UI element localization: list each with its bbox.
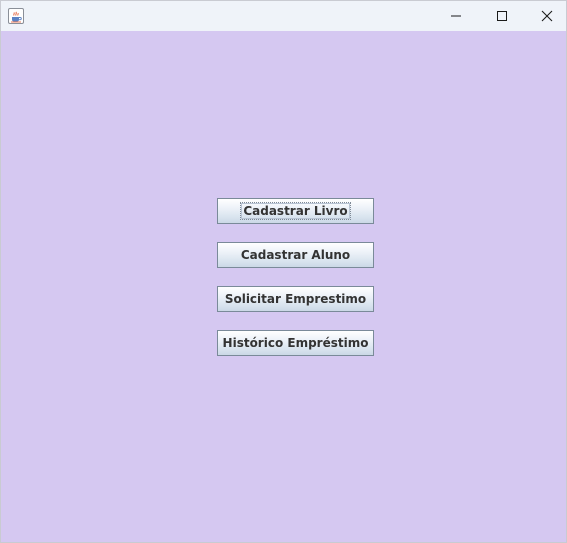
historico-emprestimo-button[interactable]: Histórico Empréstimo — [217, 330, 374, 356]
minimize-icon — [451, 15, 461, 17]
java-coffee-icon[interactable] — [8, 8, 24, 24]
title-bar[interactable] — [1, 1, 566, 31]
cadastrar-livro-label: Cadastrar Livro — [240, 202, 351, 220]
maximize-button[interactable] — [479, 1, 525, 31]
cadastrar-livro-button[interactable]: Cadastrar Livro — [217, 198, 374, 224]
app-window: Cadastrar Livro Cadastrar Aluno Solicita… — [0, 0, 567, 543]
maximize-icon — [497, 11, 507, 21]
cadastrar-aluno-button[interactable]: Cadastrar Aluno — [217, 242, 374, 268]
cadastrar-aluno-label: Cadastrar Aluno — [240, 248, 351, 262]
solicitar-emprestimo-label: Solicitar Emprestimo — [224, 292, 367, 306]
close-icon — [541, 10, 553, 22]
solicitar-emprestimo-button[interactable]: Solicitar Emprestimo — [217, 286, 374, 312]
minimize-button[interactable] — [433, 1, 479, 31]
close-button[interactable] — [524, 1, 567, 31]
main-panel: Cadastrar Livro Cadastrar Aluno Solicita… — [1, 31, 566, 542]
historico-emprestimo-label: Histórico Empréstimo — [222, 336, 369, 350]
